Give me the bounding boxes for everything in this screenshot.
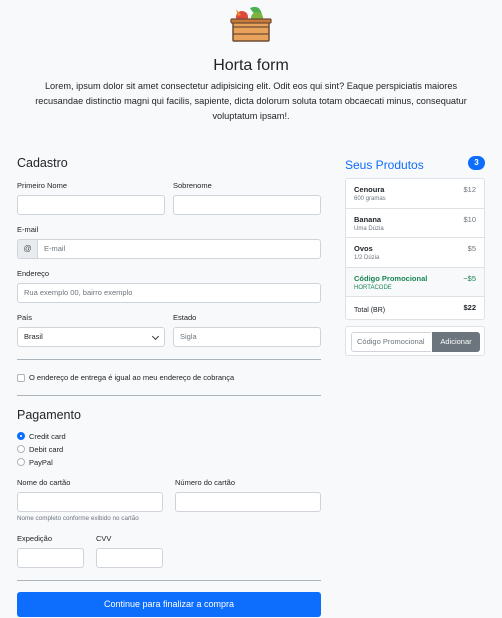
chevron-down-icon [151,332,160,341]
debit-card-radio[interactable] [17,445,25,453]
cart-item: Cenoura 600 gramas $12 [346,179,484,209]
address-label: Endereço [17,269,50,278]
cart-item-name: Banana [354,214,382,224]
credit-card-label: Credit card [29,432,66,441]
cart-item-price: $12 [463,185,476,194]
debit-card-label: Debit card [29,445,64,454]
paypal-radio[interactable] [17,458,25,466]
cart-item-name: Cenoura [354,185,385,194]
card-number-input[interactable] [175,492,321,512]
cart-item-name: Ovos [354,244,373,254]
expiry-label: Expedição [17,534,53,543]
same-address-label: O endereço de entrega é igual ao meu end… [29,373,235,382]
cart-total-row: Total (BR) $22 [346,297,484,319]
country-label: País [17,313,33,322]
divider [17,580,321,581]
cart-item: Banana Uma Dúzia $10 [346,209,484,239]
pagamento-heading: Pagamento [17,408,81,422]
cart-item-price: $10 [463,214,476,224]
divider [17,359,321,360]
promo-code-form: Código Promocional Adicionar [345,326,485,356]
cart-list: Cenoura 600 gramas $12 Banana Uma Dúzia … [345,178,485,321]
divider [17,395,321,396]
cvv-input[interactable] [96,548,163,568]
cart-item: Ovos 1/2 Dúzia $5 [346,238,484,268]
cart-item-desc: 1/2 Dúzia [354,255,380,262]
cart-item-desc: 600 gramas [354,196,386,202]
state-label: Estado [173,313,197,322]
email-label: E-mail [17,225,39,234]
vegetable-crate-icon [230,5,272,43]
country-select[interactable]: Brasil [17,327,165,347]
cart-count-badge: 3 [468,156,485,170]
state-input[interactable]: Sigla [173,327,321,347]
email-input[interactable]: E-mail [37,239,321,259]
paypal-label: PayPal [29,458,53,467]
credit-card-radio[interactable] [17,432,25,440]
at-sign-addon: @ [17,239,37,259]
same-address-checkbox[interactable] [17,374,25,382]
email-input-group: @ E-mail [17,239,321,259]
cart-title: Seus Produtos [345,158,424,172]
promo-discount: −$5 [463,273,476,283]
submit-button[interactable]: Continue para finalizar a compra [17,592,321,617]
card-name-label: Nome do cartão [17,478,71,487]
page-title: Horta form [213,57,289,74]
country-select-value: Brasil [24,332,43,341]
expiry-input[interactable] [17,548,84,568]
first-name-input[interactable] [17,195,165,215]
total-value: $22 [463,303,476,313]
promo-code-input[interactable]: Código Promocional [351,332,431,352]
add-promo-button[interactable]: Adicionar [432,332,480,352]
last-name-label: Sobrenome [173,181,212,190]
total-label: Total (BR) [354,307,386,315]
cart-item-desc: Uma Dúzia [354,225,384,232]
last-name-input[interactable] [173,195,321,215]
cart-item-price: $5 [467,244,476,254]
promo-name: Código Promocional [354,273,428,283]
first-name-label: Primeiro Nome [17,181,68,190]
page-description: Lorem, ipsum dolor sit amet consectetur … [35,81,467,121]
cadastro-heading: Cadastro [17,156,68,170]
cart-promo-row: Código Promocional HORTACODE −$5 [346,267,484,298]
card-number-label: Número do cartão [175,478,236,487]
address-input[interactable]: Rua exemplo 00, bairro exemplo [17,283,321,303]
promo-code: HORTACODE [354,284,392,291]
card-name-input[interactable] [17,492,163,512]
card-name-help: Nome completo conforme exibido no cartão [17,515,139,522]
cvv-label: CVV [96,534,112,543]
